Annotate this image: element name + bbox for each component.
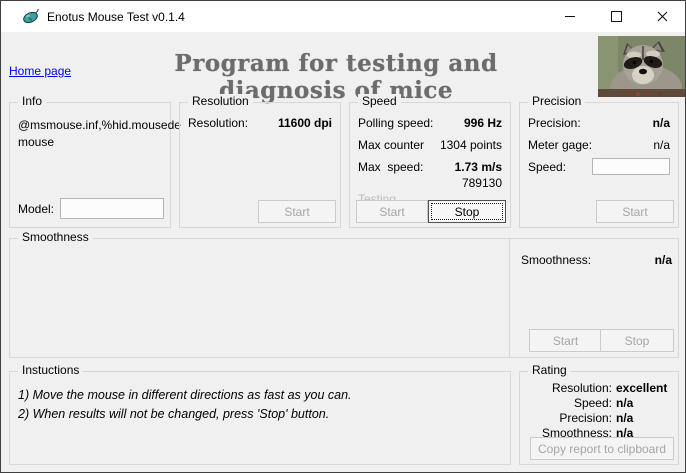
resolution-value: 11600 dpi (277, 116, 332, 130)
app-mouse-icon (23, 8, 39, 24)
precision-value: n/a (652, 116, 670, 130)
copy-report-button: Copy report to clipboard (530, 437, 674, 460)
max-counter-label: Max counter (358, 138, 425, 152)
speed-counter-raw: 789130 (461, 176, 502, 190)
precision-label: Precision: (528, 116, 581, 130)
smoothness-start-button: Start (529, 329, 602, 352)
speed-legend: Speed (358, 94, 401, 108)
caption-buttons (547, 1, 685, 32)
instructions-legend: Instuctions (18, 363, 84, 377)
precision-start-button: Start (596, 200, 674, 223)
speed-stop-button[interactable]: Stop (428, 200, 506, 223)
smoothness-stop-button: Stop (600, 329, 674, 352)
smoothness-legend: Smoothness (18, 230, 93, 244)
polling-speed-label: Polling speed: (358, 116, 434, 130)
instruction-line-2: 2) When results will not be changed, pre… (18, 407, 330, 421)
model-input[interactable] (60, 198, 165, 219)
rating-speed-label: Speed: (573, 396, 612, 410)
device-info-line1: @msmouse.inf,%hid.mousede (18, 118, 181, 132)
rating-precision-label: Precision: (559, 411, 612, 425)
raccoon-photo (598, 36, 685, 97)
minimize-button[interactable] (547, 1, 593, 32)
maximize-icon (610, 11, 622, 22)
device-info-line2: mouse (18, 135, 55, 149)
smoothness-label: Smoothness: (521, 253, 592, 267)
window-title: Enotus Mouse Test v0.1.4 (47, 9, 185, 24)
precision-speed-gauge (592, 158, 670, 175)
rating-row-resolution: Resolution: excellent (526, 381, 672, 396)
rating-precision-value: n/a (616, 411, 634, 425)
home-page-link[interactable]: Home page (9, 64, 71, 78)
rating-groupbox: Rating Resolution: excellent Speed: n/a … (519, 363, 679, 465)
smoothness-value: n/a (654, 253, 672, 267)
maximize-button[interactable] (593, 1, 639, 32)
resolution-groupbox: Resolution Resolution: 11600 dpi Start (179, 94, 341, 228)
resolution-start-button: Start (258, 200, 336, 223)
rating-row-precision: Precision: n/a (526, 411, 672, 426)
app-motto: Program for testing and diagnosis of mic… (174, 50, 498, 104)
speed-start-button: Start (356, 200, 428, 223)
resolution-label: Resolution: (188, 116, 249, 130)
resolution-legend: Resolution (188, 94, 253, 108)
rating-speed-value: n/a (616, 396, 634, 410)
device-info-text: @msmouse.inf,%hid.mousede mouse (18, 117, 181, 151)
rating-resolution-label: Resolution: (551, 381, 612, 395)
smoothness-groupbox: Smoothness Smoothness: n/a Start Stop (9, 230, 679, 358)
polling-speed-value: 996 Hz (463, 116, 502, 130)
meter-gage-label: Meter gage: (528, 138, 593, 152)
speed-groupbox: Speed Polling speed: 996 Hz Max counter … (349, 94, 511, 228)
precision-groupbox: Precision Precision: n/a Meter gage: n/a… (519, 94, 679, 228)
instructions-groupbox: Instuctions 1) Move the mouse in differe… (9, 363, 511, 465)
minimize-icon (565, 16, 575, 17)
smoothness-divider (509, 239, 510, 357)
meter-gage-value: n/a (653, 138, 670, 152)
instruction-line-1: 1) Move the mouse in different direction… (18, 388, 352, 402)
precision-speed-label: Speed: (528, 160, 567, 174)
close-icon (657, 11, 667, 22)
app-window: Enotus Mouse Test v0.1.4 Home page Progr… (0, 0, 686, 473)
close-button[interactable] (639, 1, 685, 32)
precision-legend: Precision (528, 94, 586, 108)
info-groupbox: Info @msmouse.inf,%hid.mousede mouse Mod… (9, 94, 181, 228)
max-speed-value: 1.73 m/s (454, 160, 502, 174)
model-label: Model: (18, 201, 55, 216)
rating-row-speed: Speed: n/a (526, 396, 672, 411)
rating-resolution-value: excellent (616, 381, 668, 395)
info-legend: Info (18, 94, 47, 108)
max-counter-value: 1304 points (439, 138, 502, 152)
max-speed-label: Max speed: (358, 160, 424, 174)
rating-legend: Rating (528, 363, 571, 377)
